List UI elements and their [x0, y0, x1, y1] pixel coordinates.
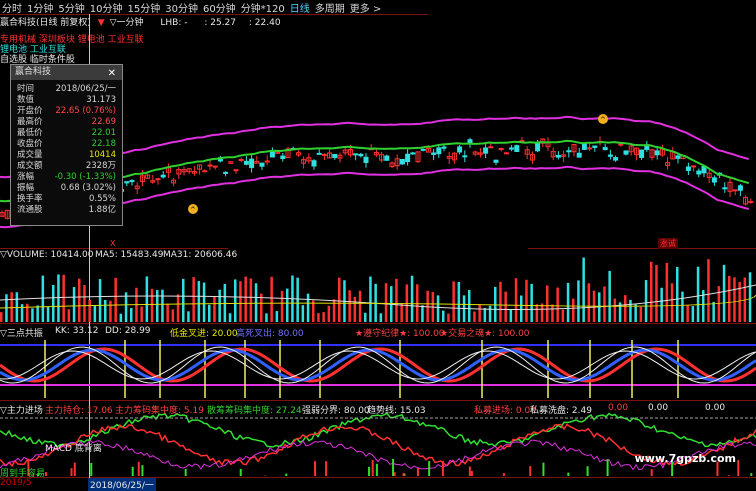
info-row: 成交量10414: [11, 150, 122, 161]
sandian-indicator: [0, 340, 756, 398]
info-row: 时间2018/06/25/一: [11, 84, 122, 95]
zhuli-qs: 趋势线: 15.03: [367, 403, 426, 416]
volume-title: ▽VOLUME: 10414.00: [0, 250, 93, 260]
crosshair-date: 2018/06/25/一: [88, 478, 156, 491]
info-row: 数值31.173: [11, 95, 122, 106]
sandian-jy: ★交易之魂★: 100.00: [440, 326, 530, 339]
sandian-title: ▽三点共振: [0, 326, 43, 339]
svg-text:^: ^: [600, 116, 606, 124]
overlay-blank: [428, 14, 756, 112]
info-row: 最低价22.01: [11, 128, 122, 139]
overlay-blank: [228, 225, 528, 250]
info-row: 开盘价22.65 (0.76%): [11, 106, 122, 117]
sandian-jl: ★遵守纪律★: 100.00: [355, 326, 445, 339]
info-row: 收盘价22.18: [11, 139, 122, 150]
x-axis: 2019/5 2018/06/25/一: [0, 478, 756, 487]
zhuli-jz: 主力筹码集中度: 5.19: [115, 403, 204, 416]
volume-bars: [0, 258, 756, 322]
zhuli-sl: 私募进场: 0.00: [474, 403, 536, 416]
zhuli-qr: 强弱分界: 80.00: [302, 403, 370, 416]
info-row: 涨幅-0.30 (-1.33%): [11, 172, 122, 183]
zhuli-z2: 0.00: [648, 403, 668, 413]
close-icon[interactable]: ✕: [108, 66, 116, 81]
zhuli-title: ▽主力进场: [0, 403, 43, 416]
macd-label: MACD 底背离: [45, 441, 102, 454]
sandian-jc: 低金叉进: 20.00: [170, 326, 238, 339]
sandian-dd: DD: 28.99: [105, 326, 151, 336]
zhuli-cc: 主力持仓: 17.06: [45, 403, 113, 416]
info-row: 流通股1.88亿: [11, 205, 122, 216]
info-row: 振幅0.68 (3.02%): [11, 183, 122, 194]
info-rows: 时间2018/06/25/一数值31.173开盘价22.65 (0.76%)最高…: [11, 80, 122, 216]
volume-ma5: MA5: 15483.49: [95, 250, 163, 260]
zhangcheng-tag: 涨诚: [658, 238, 678, 249]
info-row: 成交额2328万: [11, 161, 122, 172]
info-popup[interactable]: 赢合科技 ✕ 时间2018/06/25/一数值31.173开盘价22.65 (0…: [10, 64, 123, 226]
zhuli-sh: 散筹筹码集中度: 27.24: [207, 403, 302, 416]
svg-text:^: ^: [190, 206, 196, 214]
sandian-kk: KK: 33.12: [55, 326, 98, 336]
volume-ma31: MA31: 20606.46: [163, 250, 237, 260]
zhuli-z1: 0.00: [608, 403, 628, 413]
info-row: 换手率0.55%: [11, 194, 122, 205]
zhuli-indicator: [0, 413, 756, 476]
zhuli-z3: 0.00: [705, 403, 725, 413]
zhuli-sp: 私募洗盘: 2.49: [530, 403, 592, 416]
info-popup-title: 赢合科技 ✕: [11, 65, 122, 80]
sandian-gj: 高死叉出: 80.00: [236, 326, 304, 339]
info-row: 最高价22.69: [11, 117, 122, 128]
x-tag: X: [110, 239, 115, 248]
watermark: www.7gpzb.com: [635, 452, 736, 465]
